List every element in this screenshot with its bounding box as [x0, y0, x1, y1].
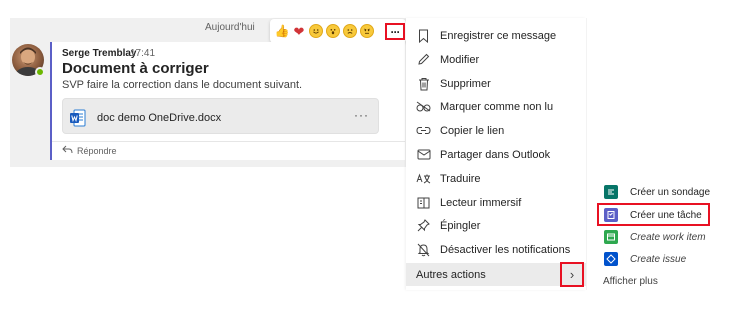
menu-item-more-actions[interactable]: Autres actions — [406, 263, 586, 286]
menu-item-mark-unread[interactable]: Marquer comme non lu — [406, 95, 586, 118]
bookmark-icon — [416, 28, 431, 43]
sender-name: Serge Tremblay — [62, 48, 137, 59]
submenu-item-create-issue[interactable]: Create issue — [600, 249, 686, 269]
boards-icon — [604, 230, 618, 244]
menu-item-share-outlook[interactable]: Partager dans Outlook — [406, 143, 586, 166]
angry-icon[interactable] — [360, 24, 374, 38]
menu-item-label: Marquer comme non lu — [440, 100, 554, 113]
link-icon — [416, 123, 431, 138]
trash-icon — [416, 76, 431, 91]
menu-item-label: Désactiver les notifications — [440, 243, 571, 256]
reply-button[interactable]: Répondre — [62, 145, 117, 156]
date-divider: Aujourd'hui — [205, 22, 255, 33]
menu-item-label: Enregistrer ce message — [440, 29, 557, 42]
immersive-reader-icon — [416, 195, 431, 210]
menu-item-label: Copier le lien — [440, 124, 505, 137]
menu-item-mute-notifications[interactable]: Désactiver les notifications — [406, 238, 586, 261]
bell-off-icon — [416, 242, 431, 257]
menu-item-label: Supprimer — [440, 77, 491, 90]
submenu-item-label: Create issue — [630, 253, 687, 265]
translate-icon — [416, 171, 431, 186]
menu-item-label: Autres actions — [416, 268, 486, 281]
more-options-icon: ··· — [390, 24, 401, 39]
like-icon[interactable]: 👍 — [275, 24, 290, 38]
menu-item-immersive-reader[interactable]: Lecteur immersif — [406, 191, 586, 214]
glasses-icon — [416, 99, 431, 114]
menu-item-save[interactable]: Enregistrer ce message — [406, 24, 586, 47]
menu-item-label: Traduire — [440, 172, 481, 185]
menu-item-label: Partager dans Outlook — [440, 148, 551, 161]
attachment-name[interactable]: doc demo OneDrive.docx — [97, 112, 221, 124]
jira-icon — [604, 252, 618, 266]
message-time: 17:41 — [130, 48, 156, 59]
highlight-box — [597, 203, 710, 226]
chevron-right-icon: › — [569, 267, 575, 282]
reply-label: Répondre — [77, 145, 117, 156]
pin-icon — [416, 218, 431, 233]
surprised-icon[interactable] — [326, 24, 340, 38]
pencil-icon — [416, 52, 431, 67]
menu-item-translate[interactable]: Traduire — [406, 167, 586, 190]
message-body: SVP faire la correction dans le document… — [62, 79, 303, 91]
forms-icon — [604, 185, 618, 199]
submenu-item-label: Create work item — [630, 231, 706, 243]
laugh-icon[interactable] — [309, 24, 323, 38]
submenu-item-create-poll[interactable]: Créer un sondage — [600, 182, 710, 202]
reply-icon — [62, 145, 73, 156]
divider — [586, 18, 587, 290]
menu-item-delete[interactable]: Supprimer — [406, 72, 586, 95]
menu-item-copy-link[interactable]: Copier le lien — [406, 119, 586, 142]
menu-item-label: Épingler — [440, 219, 481, 232]
attachment-more-button[interactable]: ··· — [354, 108, 369, 122]
more-options-button[interactable]: ··· — [385, 23, 405, 40]
submenu-item-create-work-item[interactable]: Create work item — [600, 227, 706, 247]
show-more-link[interactable]: Afficher plus — [603, 276, 658, 287]
presence-available-icon — [35, 67, 45, 77]
sad-icon[interactable] — [343, 24, 357, 38]
more-actions-chevron-button[interactable]: › — [560, 262, 584, 287]
submenu-item-label: Créer un sondage — [630, 186, 711, 198]
mail-icon — [416, 147, 431, 162]
word-file-icon — [70, 109, 86, 127]
menu-item-pin[interactable]: Épingler — [406, 214, 586, 237]
menu-item-edit[interactable]: Modifier — [406, 48, 586, 71]
divider — [52, 141, 405, 142]
heart-icon[interactable]: ❤ — [292, 24, 306, 38]
menu-item-label: Lecteur immersif — [440, 196, 522, 209]
teams-screenshot: Aujourd'hui 👍 ❤ ··· Serge Tremblay 17:41… — [0, 0, 753, 312]
message-subject: Document à corriger — [62, 60, 209, 77]
menu-item-label: Modifier — [440, 53, 480, 66]
